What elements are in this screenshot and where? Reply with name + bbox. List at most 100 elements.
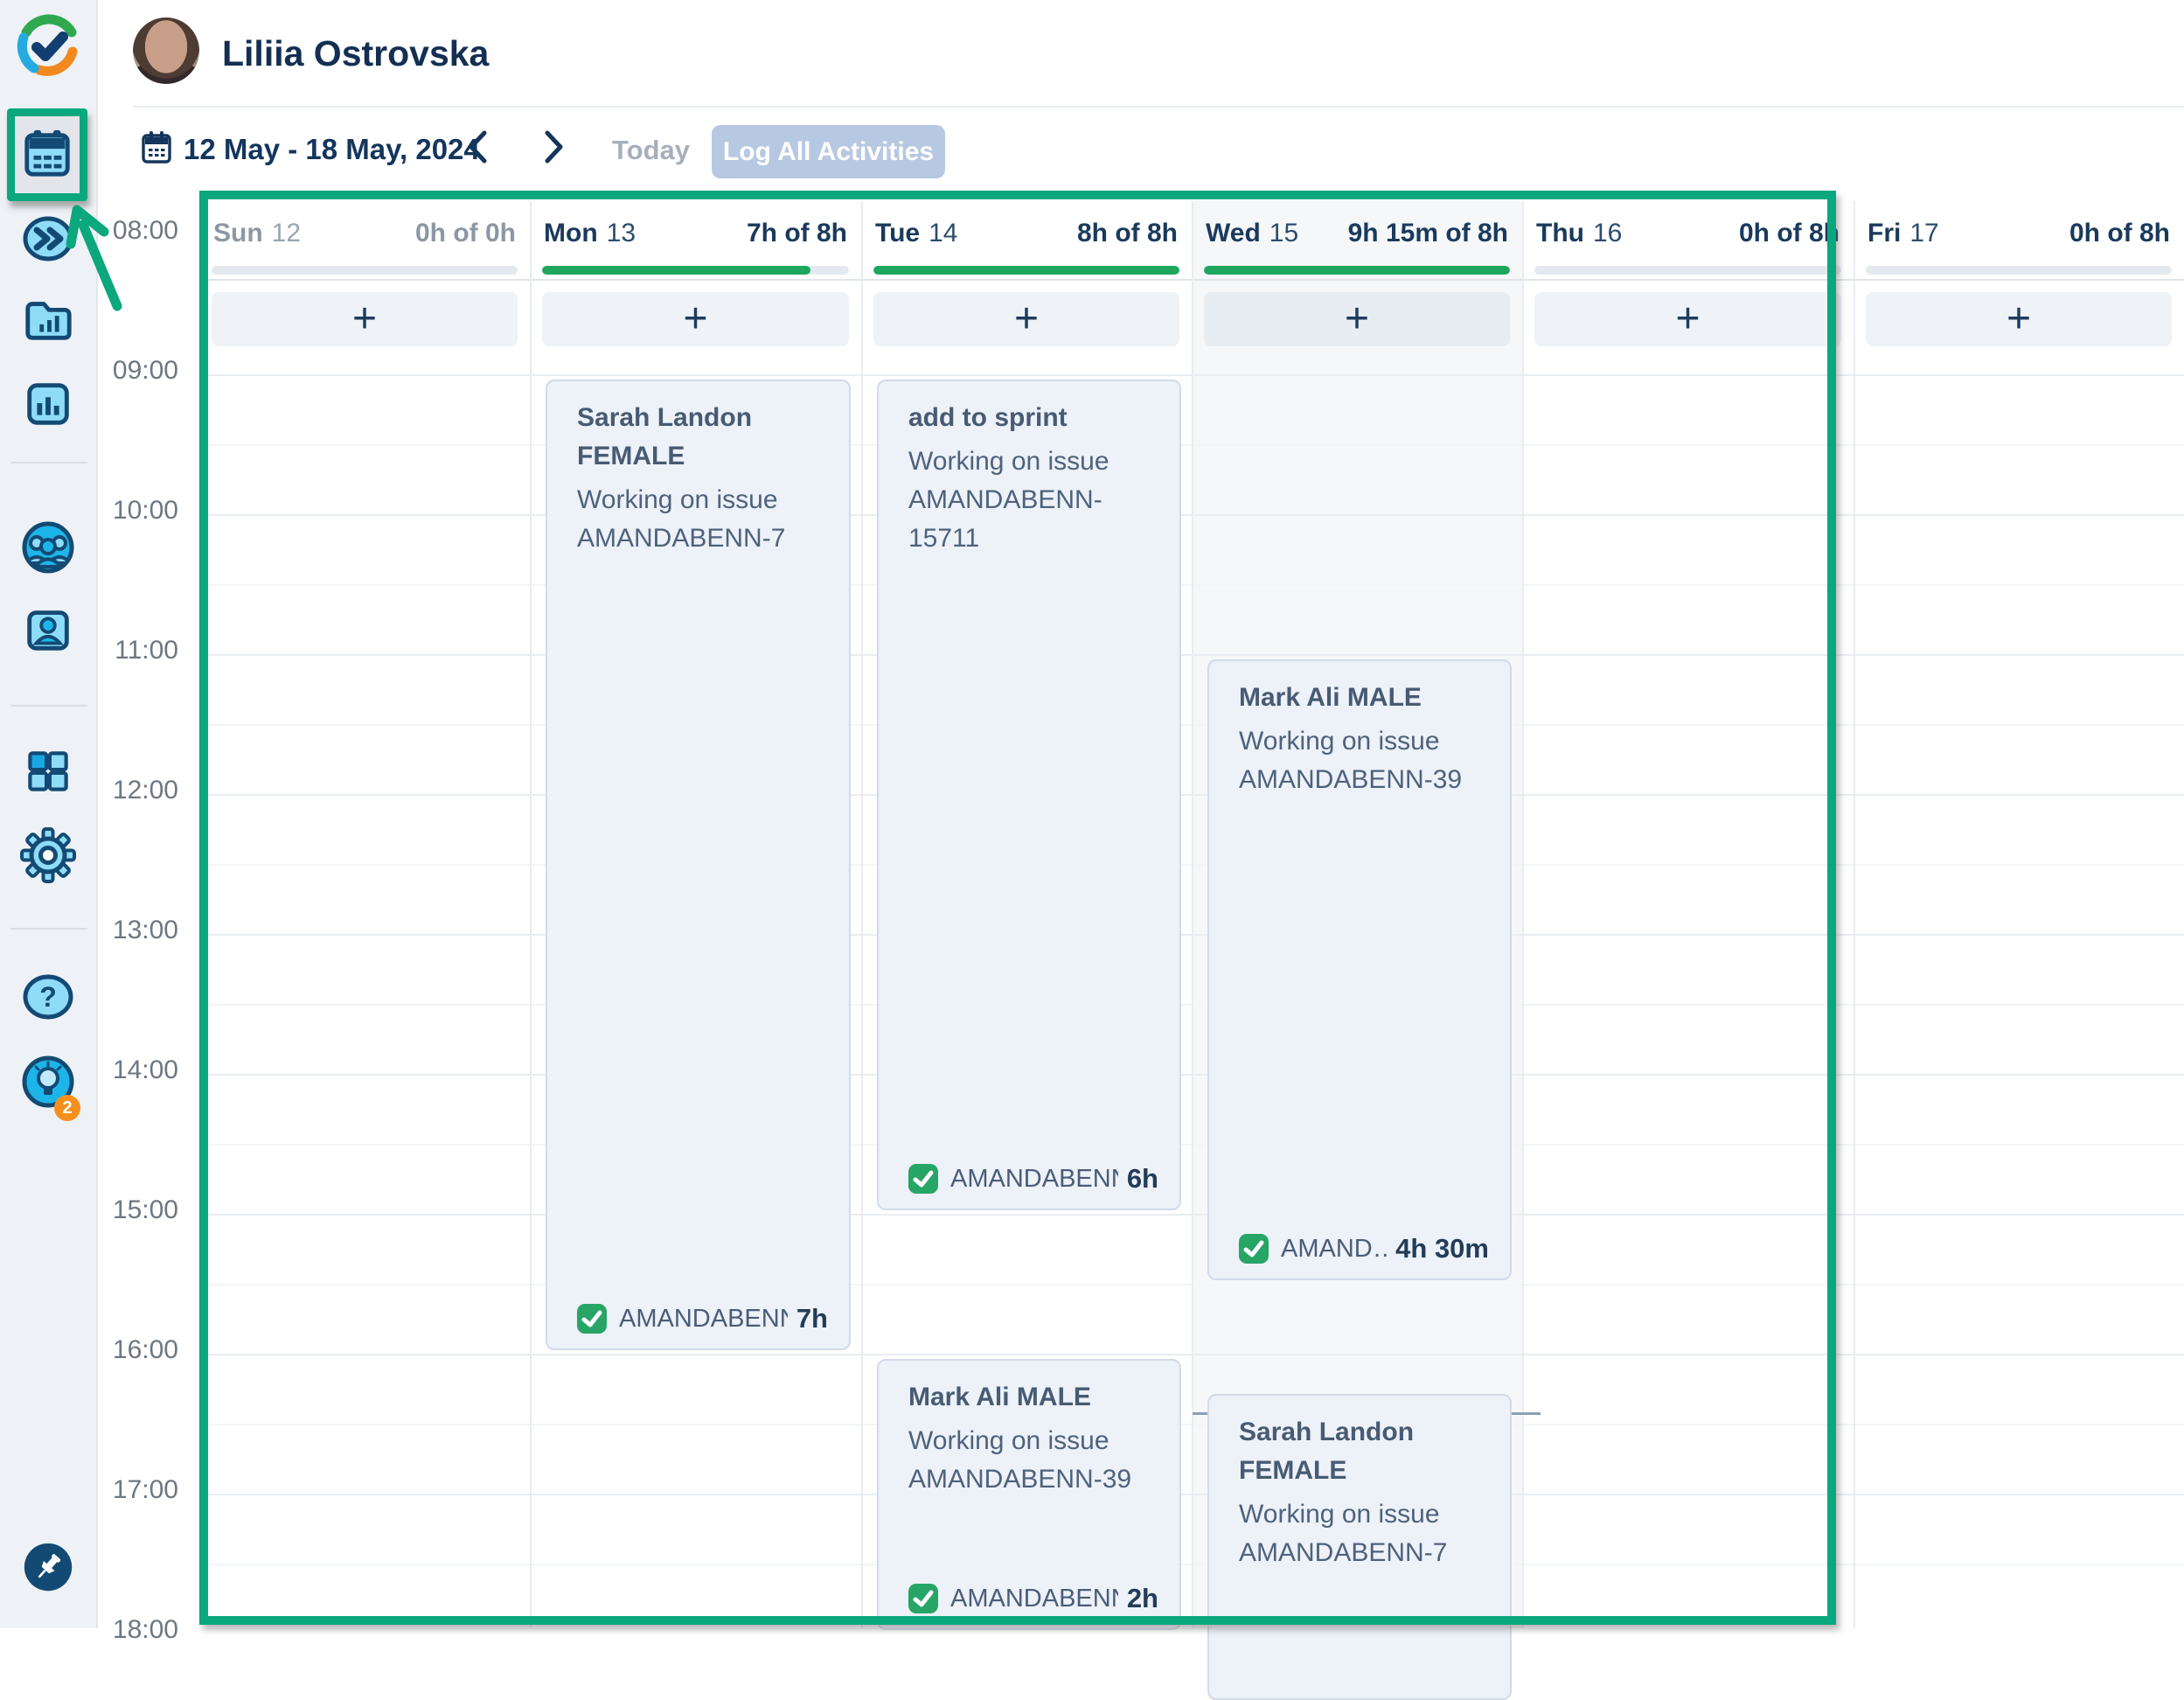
day-logged-hours: 7h of 8h <box>747 219 847 266</box>
tips-badge: 2 <box>54 1095 80 1121</box>
column-divider <box>1854 201 1855 1628</box>
date-range-label[interactable]: 12 May - 18 May, 2024 <box>184 133 480 166</box>
day-header-left: Thu16 <box>1536 219 1622 266</box>
day-date: 17 <box>1909 219 1938 247</box>
date-range-calendar-icon <box>140 129 173 171</box>
time-label: 18:00 <box>87 1615 178 1645</box>
time-label: 10:00 <box>87 496 178 526</box>
time-label: 09:00 <box>87 356 178 386</box>
column-divider <box>861 201 863 1628</box>
time-label: 16:00 <box>87 1335 178 1365</box>
day-progress-bar <box>873 266 1179 275</box>
time-label: 17:00 <box>87 1475 178 1505</box>
sidebar: ? 2 <box>0 0 98 1628</box>
add-activity-button-sun[interactable]: + <box>212 292 518 346</box>
day-header-fri: Fri 17 0h of 8h <box>1854 201 2184 266</box>
add-activity-button-thu[interactable]: + <box>1534 292 1841 346</box>
header-divider <box>133 106 2184 108</box>
event-card[interactable]: Mark Ali MALEWorking on issue AMANDABENN… <box>1207 659 1512 1280</box>
previous-week-button[interactable] <box>456 126 498 168</box>
event-duration: 6h <box>1127 1163 1158 1195</box>
day-name: Tue <box>875 219 920 247</box>
event-issue-key: AMANDABENN… <box>950 1165 1118 1194</box>
day-header-left: Tue14 <box>875 219 957 266</box>
sidebar-divider <box>10 705 87 707</box>
sidebar-item-calendar[interactable] <box>7 108 87 201</box>
folder-chart-icon <box>21 293 75 352</box>
event-card[interactable]: Mark Ali MALEWorking on issue AMANDABENN… <box>877 1359 1181 1630</box>
event-issue-key: AMANDABENN… <box>619 1305 788 1334</box>
day-date: 16 <box>1593 219 1622 247</box>
event-card[interactable]: add to sprintWorking on issue AMANDABENN… <box>877 380 1181 1210</box>
day-header-left: Wed15 <box>1206 219 1298 266</box>
event-card[interactable]: Sarah Landon FEMALEWorking on issue AMAN… <box>1207 1394 1512 1700</box>
add-activity-button-fri[interactable]: + <box>1866 292 2172 346</box>
person-card-icon <box>21 603 75 661</box>
event-title: Mark Ali MALE <box>908 1378 1157 1417</box>
event-title: Sarah Landon FEMALE <box>1239 1413 1487 1490</box>
day-progress-bar <box>542 266 849 275</box>
day-logged-hours: 0h of 8h <box>2069 219 2170 266</box>
event-title: Sarah Landon FEMALE <box>577 399 826 476</box>
gear-icon <box>20 827 76 888</box>
sidebar-item-apps[interactable] <box>20 745 76 801</box>
event-subtitle: Working on issue AMANDABENN-7 <box>1239 1495 1487 1572</box>
day-header-wed: Wed159h 15m of 8h <box>1192 201 1522 266</box>
day-date: 12 <box>272 219 301 247</box>
event-card[interactable]: Sarah Landon FEMALEWorking on issue AMAN… <box>546 380 851 1350</box>
day-header-sun: Sun12 0h of 0h <box>199 201 530 266</box>
avatar[interactable] <box>133 17 199 84</box>
time-label: 13:00 <box>87 916 178 945</box>
pin-icon <box>22 1541 74 1598</box>
bar-chart-icon <box>21 377 75 435</box>
sidebar-item-profile[interactable] <box>20 603 76 659</box>
add-activity-button-wed[interactable]: + <box>1204 292 1510 346</box>
event-footer: AMANDABENN… 6h <box>908 1163 1158 1195</box>
sidebar-item-reports[interactable] <box>20 378 76 434</box>
event-issue-key: AMAND… <box>1281 1235 1387 1264</box>
day-progress-bar <box>212 266 518 275</box>
issue-checkbox-icon[interactable] <box>577 1304 607 1334</box>
day-header-mon: Mon137h of 8h <box>530 201 861 266</box>
event-duration: 2h <box>1127 1583 1158 1614</box>
grid-icon <box>22 745 74 802</box>
question-icon: ? <box>20 969 76 1029</box>
day-progress-bar <box>1534 266 1841 275</box>
issue-checkbox-icon[interactable] <box>908 1584 938 1613</box>
next-week-button[interactable] <box>533 126 575 168</box>
day-logged-hours: 0h of 0h <box>415 219 516 266</box>
day-header-tue: Tue148h of 8h <box>861 201 1192 266</box>
day-progress-fill <box>873 266 1179 275</box>
week-calendar-grid: 08:0009:0010:0011:0012:0013:0014:0015:00… <box>0 0 2184 1628</box>
add-activity-button-mon[interactable]: + <box>542 292 849 346</box>
sidebar-item-projects[interactable] <box>20 294 76 350</box>
sidebar-divider <box>10 462 87 463</box>
event-title: Mark Ali MALE <box>1239 679 1487 717</box>
time-label: 08:00 <box>87 216 178 246</box>
people-icon <box>20 519 76 580</box>
day-progress-bar <box>1204 266 1510 275</box>
event-subtitle: Working on issue AMANDABENN-15711 <box>908 442 1157 558</box>
add-activity-button-tue[interactable]: + <box>873 292 1179 346</box>
sidebar-item-pin[interactable] <box>20 1541 76 1597</box>
day-header-left: Fri 17 <box>1868 219 1939 266</box>
today-button[interactable]: Today <box>612 135 690 166</box>
sidebar-item-collapse[interactable] <box>20 212 76 268</box>
event-duration: 7h <box>796 1303 828 1334</box>
issue-checkbox-icon[interactable] <box>908 1164 938 1194</box>
day-header-left: Sun12 <box>213 219 301 266</box>
day-name: Mon <box>544 219 598 247</box>
day-name: Fri <box>1868 219 1901 247</box>
event-duration: 4h 30m <box>1395 1233 1489 1265</box>
sidebar-item-teams[interactable] <box>20 521 76 577</box>
column-divider <box>530 201 532 1628</box>
user-name: Liliia Ostrovska <box>222 33 489 74</box>
log-all-activities-button[interactable]: Log All Activities <box>712 125 945 178</box>
app-logo-icon[interactable] <box>12 9 86 82</box>
sidebar-item-help[interactable]: ? <box>20 971 76 1027</box>
issue-checkbox-icon[interactable] <box>1239 1234 1269 1264</box>
sidebar-item-settings[interactable] <box>20 829 76 885</box>
day-progress-bar <box>1866 266 2172 275</box>
day-name: Wed <box>1206 219 1261 247</box>
time-label: 11:00 <box>87 636 178 665</box>
